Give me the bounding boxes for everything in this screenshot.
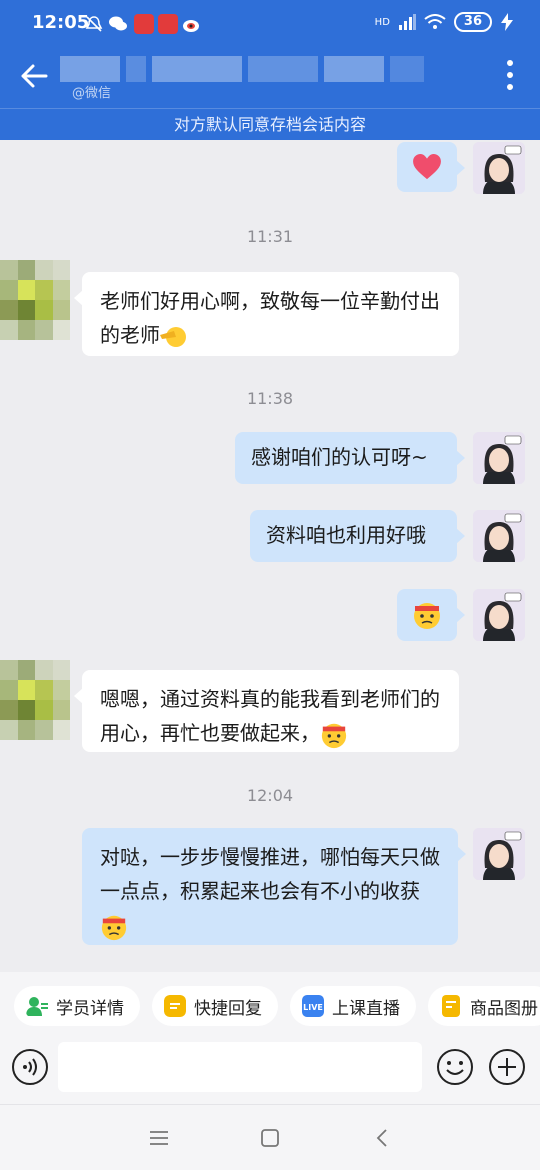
voice-input-icon[interactable] bbox=[11, 1048, 49, 1086]
quick-action-student-details[interactable]: 学员详情 bbox=[14, 986, 140, 1026]
wechat-icon bbox=[109, 16, 127, 31]
back-arrow-icon[interactable] bbox=[18, 60, 50, 92]
message-bubble-emoji[interactable] bbox=[397, 142, 465, 192]
quick-action-live-class[interactable]: LIVE 上课直播 bbox=[290, 986, 416, 1026]
avatar-cartoon-icon bbox=[473, 142, 525, 194]
contact-avatar[interactable] bbox=[0, 260, 70, 340]
heart-emoji-icon bbox=[413, 154, 441, 180]
plus-attach-icon[interactable] bbox=[488, 1048, 526, 1086]
message-bubble-emoji[interactable] bbox=[397, 589, 465, 641]
salute-emoji-icon bbox=[160, 326, 186, 347]
back-icon[interactable] bbox=[372, 1127, 394, 1149]
status-bar: 12:05 HD 36 bbox=[0, 0, 540, 48]
determined-emoji-icon bbox=[414, 603, 440, 629]
reply-icon bbox=[164, 995, 186, 1017]
app-notification-icon bbox=[134, 14, 154, 34]
battery-indicator: 36 bbox=[453, 12, 492, 32]
top-bar: 12:05 HD 36 @微信 对方默认同意存档会话内容 bbox=[0, 0, 540, 140]
determined-emoji-icon bbox=[321, 723, 347, 748]
my-avatar[interactable] bbox=[473, 828, 525, 880]
timestamp: 12:04 bbox=[246, 786, 294, 805]
message-text: 感谢咱们的认可呀~ bbox=[251, 445, 428, 469]
message-text: 嗯嗯，通过资料真的能我看到老师们的用心，再忙也要做起来， bbox=[100, 687, 440, 745]
avatar-cartoon-icon bbox=[473, 828, 525, 880]
compose-area: 学员详情 快捷回复 LIVE 上课直播 商品图册 bbox=[0, 972, 540, 1104]
status-time: 12:05 bbox=[32, 12, 90, 33]
weibo-icon bbox=[183, 20, 199, 32]
my-avatar[interactable] bbox=[473, 589, 525, 641]
quick-actions: 学员详情 快捷回复 LIVE 上课直播 商品图册 bbox=[14, 986, 540, 1026]
message-bubble[interactable]: 老师们好用心啊，致敬每一位辛勤付出的老师 bbox=[74, 272, 459, 356]
message-text: 老师们好用心啊，致敬每一位辛勤付出的老师 bbox=[100, 289, 440, 347]
message-input[interactable] bbox=[58, 1042, 422, 1092]
chat-area[interactable]: 11:31 老师们好用心啊，致敬每一位辛勤付出的老师 11:38 感谢咱们的认可… bbox=[0, 140, 540, 972]
catalog-icon bbox=[442, 995, 460, 1017]
signal-icon bbox=[398, 14, 416, 30]
contact-source: @微信 bbox=[72, 86, 112, 101]
quick-action-quick-reply[interactable]: 快捷回复 bbox=[152, 986, 278, 1026]
contact-name-redacted bbox=[60, 56, 460, 88]
system-nav-bar bbox=[0, 1104, 540, 1170]
quick-action-label: 快捷回复 bbox=[194, 998, 262, 1019]
archive-notice: 对方默认同意存档会话内容 bbox=[0, 108, 540, 140]
app-notification-icon bbox=[158, 14, 178, 34]
hd-label: HD bbox=[374, 16, 390, 28]
determined-emoji-icon bbox=[101, 915, 127, 940]
message-text: 对哒，一步步慢慢推进，哪怕每天只做一点点，积累起来也会有不小的收获 bbox=[100, 845, 440, 903]
emoji-picker-icon[interactable] bbox=[436, 1048, 474, 1086]
avatar-cartoon-icon bbox=[473, 510, 525, 562]
contact-avatar[interactable] bbox=[0, 660, 70, 740]
live-icon: LIVE bbox=[302, 995, 324, 1017]
charging-icon bbox=[501, 13, 513, 31]
quick-action-product-catalog[interactable]: 商品图册 bbox=[428, 986, 540, 1026]
quick-action-label: 上课直播 bbox=[332, 998, 400, 1019]
avatar-cartoon-icon bbox=[473, 589, 525, 641]
my-avatar[interactable] bbox=[473, 510, 525, 562]
message-bubble[interactable]: 对哒，一步步慢慢推进，哪怕每天只做一点点，积累起来也会有不小的收获 bbox=[82, 828, 466, 945]
wifi-icon bbox=[424, 14, 446, 29]
message-bubble[interactable]: 感谢咱们的认可呀~ bbox=[235, 432, 465, 484]
home-icon[interactable] bbox=[259, 1127, 281, 1149]
more-options-icon[interactable] bbox=[502, 58, 518, 92]
chat-header: @微信 bbox=[0, 48, 540, 108]
quick-action-label: 商品图册 bbox=[470, 998, 538, 1019]
svg-text:LIVE: LIVE bbox=[303, 1003, 323, 1012]
timestamp: 11:38 bbox=[246, 389, 294, 408]
avatar-cartoon-icon bbox=[473, 432, 525, 484]
input-row bbox=[0, 1040, 540, 1096]
message-bubble[interactable]: 嗯嗯，通过资料真的能我看到老师们的用心，再忙也要做起来， bbox=[74, 670, 459, 752]
message-bubble[interactable]: 资料咱也利用好哦 bbox=[250, 510, 465, 562]
student-icon bbox=[26, 997, 48, 1016]
message-text: 资料咱也利用好哦 bbox=[266, 523, 426, 547]
quick-action-label: 学员详情 bbox=[56, 998, 124, 1019]
mute-icon bbox=[85, 16, 103, 32]
my-avatar[interactable] bbox=[473, 142, 525, 194]
menu-icon[interactable] bbox=[148, 1127, 170, 1149]
my-avatar[interactable] bbox=[473, 432, 525, 484]
timestamp: 11:31 bbox=[246, 227, 294, 246]
